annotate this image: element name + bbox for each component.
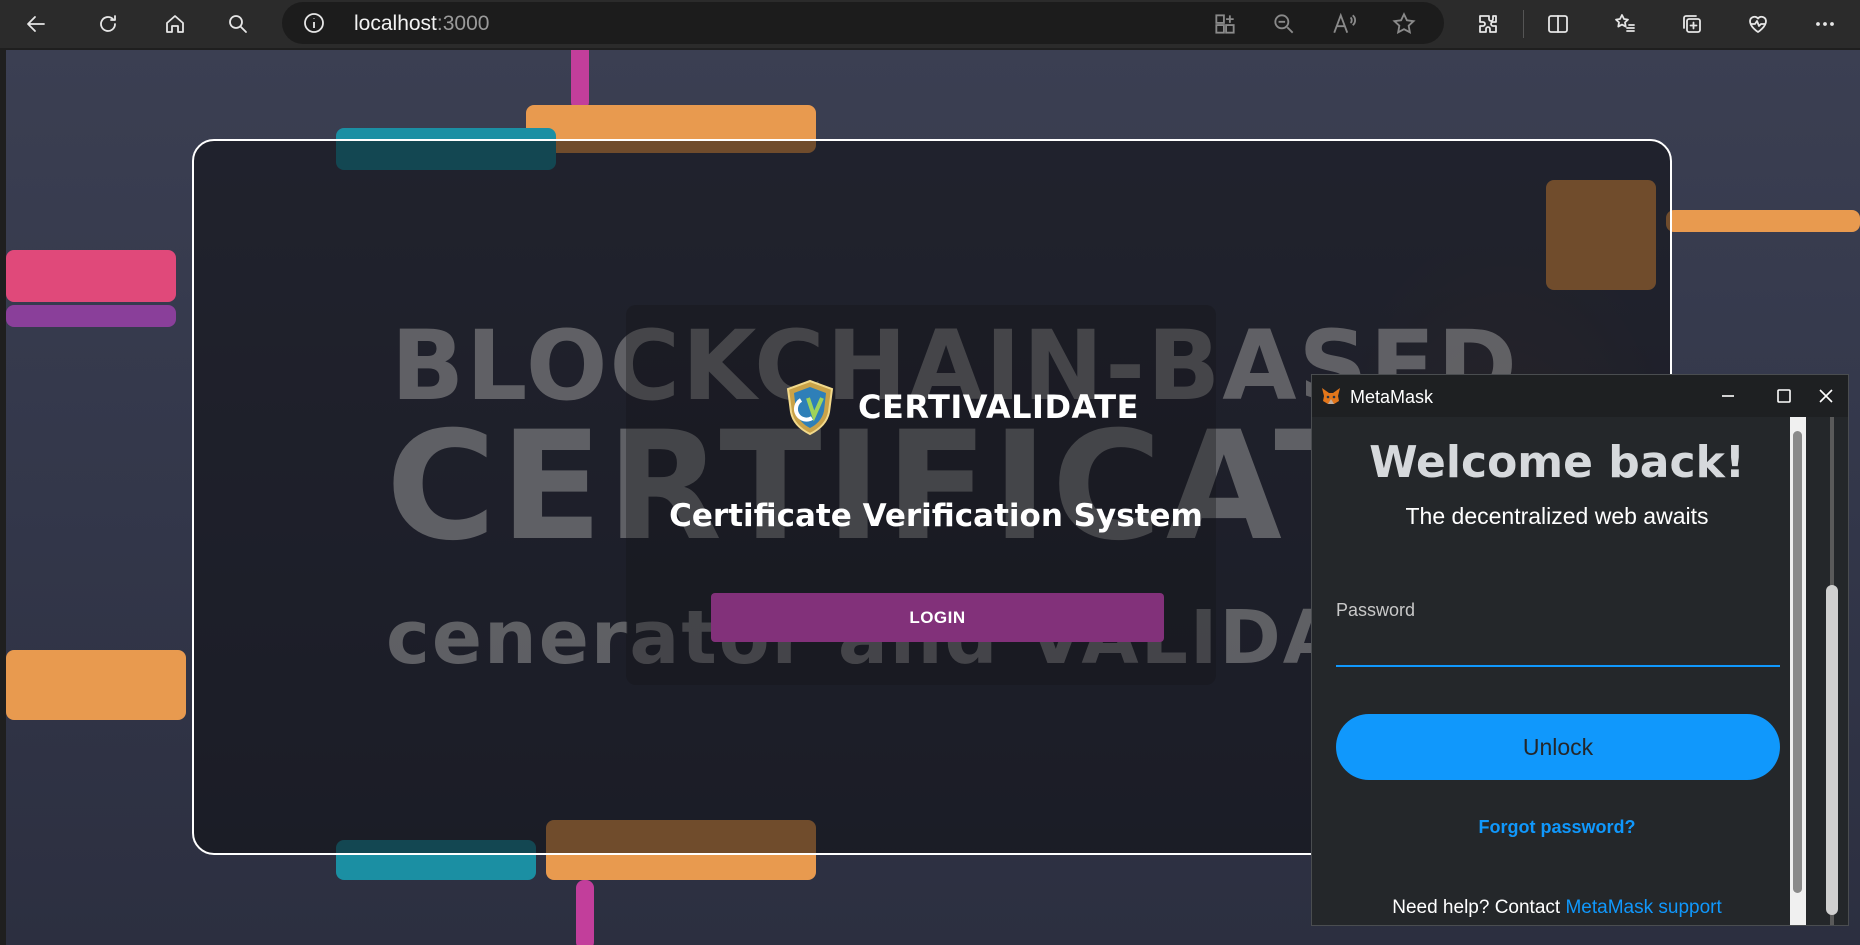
password-label: Password (1336, 600, 1416, 620)
favorites-icon[interactable] (1607, 8, 1643, 40)
maximize-icon[interactable] (1764, 381, 1804, 411)
decorative-pipe (6, 250, 176, 302)
minimize-icon[interactable] (1708, 381, 1748, 411)
metamask-support-link[interactable]: MetaMask support (1565, 897, 1721, 918)
back-icon[interactable] (18, 8, 54, 40)
shield-logo-icon (782, 378, 838, 436)
window-scrollbar[interactable] (1822, 417, 1844, 925)
zoom-out-icon[interactable] (1271, 11, 1297, 37)
performance-icon[interactable] (1740, 8, 1776, 40)
split-screen-icon[interactable] (1540, 8, 1576, 40)
metamask-window: MetaMask Welcome back! The decentralized… (1311, 374, 1849, 926)
favorite-star-icon[interactable] (1391, 11, 1417, 37)
page-subtitle: Certificate Verification System (669, 498, 1203, 534)
password-input[interactable] (1336, 629, 1780, 667)
refresh-icon[interactable] (90, 8, 126, 40)
decorative-pipe (6, 650, 186, 720)
decorative-pipe (6, 305, 176, 327)
app-install-icon[interactable] (1212, 11, 1238, 37)
home-icon[interactable] (157, 8, 193, 40)
unlock-button[interactable]: Unlock (1336, 714, 1780, 780)
decorative-pipe (1666, 210, 1860, 232)
collections-icon[interactable] (1674, 8, 1710, 40)
metamask-fox-icon (1320, 385, 1342, 407)
welcome-heading: Welcome back! (1369, 437, 1745, 488)
extensions-icon[interactable] (1470, 8, 1506, 40)
metamask-window-title: MetaMask (1350, 387, 1434, 407)
content-scrollbar[interactable] (1790, 417, 1806, 925)
help-prefix: Need help? Contact (1392, 897, 1566, 918)
decorative-pipe (576, 880, 594, 945)
help-text: Need help? Contact MetaMask support (1312, 897, 1802, 919)
browser-toolbar: localhost:3000 (0, 0, 1860, 48)
decorative-pipe (571, 50, 589, 110)
forgot-password-link[interactable]: Forgot password? (1312, 817, 1802, 838)
info-icon[interactable] (302, 11, 326, 35)
address-bar[interactable]: localhost:3000 (282, 2, 1444, 44)
metamask-titlebar[interactable]: MetaMask (1312, 375, 1848, 417)
url-host: localhost (354, 12, 437, 35)
more-icon[interactable] (1807, 8, 1843, 40)
search-icon[interactable] (220, 8, 256, 40)
window-scrollbar-thumb[interactable] (1826, 585, 1838, 915)
metamask-unlock-panel: Welcome back! The decentralized web awai… (1312, 417, 1812, 925)
brand: CERTIVALIDATE (782, 378, 1139, 436)
url-text[interactable]: localhost:3000 (354, 12, 489, 36)
login-button[interactable]: LOGIN (711, 593, 1164, 642)
close-icon[interactable] (1806, 381, 1846, 411)
read-aloud-icon[interactable] (1331, 11, 1357, 37)
content-scrollbar-thumb[interactable] (1793, 431, 1802, 893)
welcome-tagline: The decentralized web awaits (1405, 503, 1709, 529)
url-port: :3000 (436, 12, 490, 35)
brand-name: CERTIVALIDATE (858, 388, 1139, 426)
toolbar-divider (1523, 10, 1524, 38)
